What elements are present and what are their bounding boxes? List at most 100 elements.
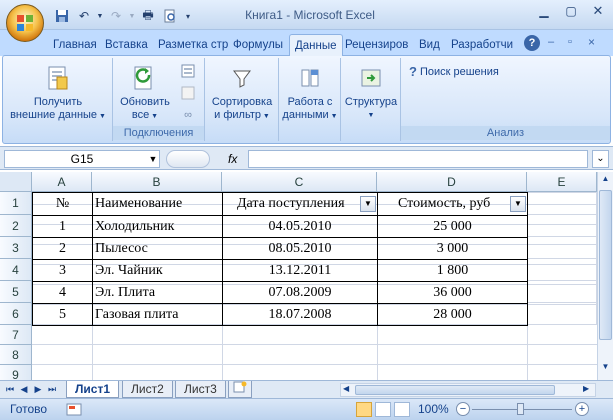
table-cell[interactable]: Холодильник (93, 216, 223, 238)
table-cell[interactable]: Газовая плита (93, 304, 223, 326)
horizontal-scrollbar[interactable]: ◀ ▶ (340, 383, 596, 397)
ribbon-minimize-icon[interactable]: – (548, 36, 554, 48)
minimize-icon[interactable]: ▁ (531, 2, 557, 20)
column-header-b[interactable]: B (92, 172, 222, 192)
vertical-scroll-thumb[interactable] (599, 190, 612, 340)
table-cell[interactable]: 04.05.2010 (223, 216, 378, 238)
sheet-tab-2[interactable]: Лист2 (122, 381, 173, 398)
zoom-in-icon[interactable]: + (575, 402, 589, 416)
table-cell[interactable]: 1 800 (378, 260, 528, 282)
scroll-right-icon[interactable]: ▶ (583, 384, 593, 393)
help-icon[interactable]: ? (524, 35, 540, 51)
table-cell[interactable]: 5 (33, 304, 93, 326)
tab-insert[interactable]: Вставка (100, 34, 153, 56)
filter-dropdown-icon[interactable]: ▼ (510, 196, 526, 212)
undo-dropdown-icon[interactable]: ▼ (96, 7, 104, 25)
data-tools-button[interactable]: Работа с данными ▼ (281, 64, 339, 123)
tab-developer[interactable]: Разработчи (446, 34, 518, 56)
formula-divider-handle[interactable] (166, 150, 210, 168)
zoom-out-icon[interactable]: − (456, 402, 470, 416)
table-cell[interactable]: 07.08.2009 (223, 282, 378, 304)
insert-sheet-icon[interactable] (228, 381, 252, 398)
table-cell[interactable]: 18.07.2008 (223, 304, 378, 326)
table-cell[interactable]: Пылесос (93, 238, 223, 260)
row-header[interactable]: 2 (0, 215, 32, 237)
properties-icon[interactable] (179, 84, 197, 102)
table-cell[interactable]: 3 000 (378, 238, 528, 260)
last-sheet-icon[interactable]: ⏭ (46, 382, 58, 397)
table-cell[interactable]: 4 (33, 282, 93, 304)
row-header[interactable]: 9 (0, 365, 32, 380)
edit-links-icon[interactable]: ∞ (179, 106, 197, 124)
print-icon[interactable]: 🖶 (138, 7, 158, 25)
table-header-cell[interactable]: Стоимость, руб (378, 193, 528, 216)
column-header-d[interactable]: D (377, 172, 527, 192)
insert-function-icon[interactable]: fx (228, 150, 248, 168)
sheet-tab-3[interactable]: Лист3 (175, 381, 226, 398)
prev-sheet-icon[interactable]: ◀ (18, 382, 30, 397)
connections-icon[interactable] (179, 62, 197, 80)
print-preview-icon[interactable] (160, 7, 180, 25)
row-header[interactable]: 1 (0, 192, 32, 215)
table-cell[interactable]: 25 000 (378, 216, 528, 238)
row-header[interactable]: 3 (0, 237, 32, 259)
tab-formulas[interactable]: Формулы (228, 34, 288, 56)
macro-record-icon[interactable] (66, 403, 82, 416)
row-header[interactable]: 7 (0, 325, 32, 345)
refresh-all-button[interactable]: Обновить все ▼ (115, 64, 175, 123)
tab-home[interactable]: Главная (48, 34, 102, 56)
sort-filter-button[interactable]: Сортировка и фильтр ▼ (207, 64, 277, 123)
row-header[interactable]: 4 (0, 259, 32, 281)
office-button[interactable] (6, 4, 44, 42)
select-all-corner[interactable] (0, 172, 32, 192)
table-cell[interactable]: 28 000 (378, 304, 528, 326)
table-cell[interactable]: 13.12.2011 (223, 260, 378, 282)
close-icon[interactable]: ✕ (585, 2, 611, 20)
scroll-down-icon[interactable]: ▼ (599, 362, 612, 375)
row-header[interactable]: 6 (0, 303, 32, 325)
table-cell[interactable]: 36 000 (378, 282, 528, 304)
table-header-cell[interactable]: Наименование (93, 193, 223, 216)
save-icon[interactable] (52, 7, 72, 25)
table-cell[interactable]: Эл. Плита (93, 282, 223, 304)
first-sheet-icon[interactable]: ⏮ (4, 382, 16, 397)
name-box-dropdown-icon[interactable]: ▼ (146, 150, 160, 168)
outline-button[interactable]: Структура ▼ (343, 64, 399, 122)
name-box[interactable]: G15 (4, 150, 160, 168)
zoom-level[interactable]: 100% (418, 402, 449, 416)
undo-icon[interactable]: ↶ (74, 7, 94, 25)
column-header-c[interactable]: C (222, 172, 377, 192)
row-header[interactable]: 8 (0, 345, 32, 365)
scroll-left-icon[interactable]: ◀ (343, 384, 353, 393)
table-cell[interactable]: 2 (33, 238, 93, 260)
table-cell[interactable]: 3 (33, 260, 93, 282)
row-header[interactable]: 5 (0, 281, 32, 303)
table-cell[interactable]: 08.05.2010 (223, 238, 378, 260)
vertical-scrollbar[interactable]: ▲ ▼ (597, 172, 613, 380)
tab-review[interactable]: Рецензиров (340, 34, 413, 56)
ribbon-close-icon[interactable]: × (588, 35, 595, 49)
ribbon-restore-icon[interactable]: ▫ (568, 36, 572, 48)
column-header-a[interactable]: A (32, 172, 92, 192)
tab-view[interactable]: Вид (414, 34, 445, 56)
expand-formula-bar-icon[interactable]: ⌄ (592, 150, 609, 168)
table-cell[interactable]: Эл. Чайник (93, 260, 223, 282)
redo-dropdown-icon[interactable]: ▼ (128, 7, 136, 25)
table-cell[interactable]: 1 (33, 216, 93, 238)
get-external-data-button[interactable]: Получить внешние данные ▼ (5, 64, 111, 123)
column-header-e[interactable]: E (527, 172, 597, 192)
sheet-tab-1[interactable]: Лист1 (66, 381, 120, 398)
normal-view-icon[interactable] (356, 402, 372, 417)
tab-data[interactable]: Данные (289, 34, 343, 56)
worksheet-grid[interactable]: A B C D E 1 2 3 4 5 6 7 8 9 № Наименован… (0, 172, 597, 380)
scroll-up-icon[interactable]: ▲ (599, 174, 612, 187)
next-sheet-icon[interactable]: ▶ (32, 382, 44, 397)
horizontal-scroll-thumb[interactable] (355, 385, 555, 395)
customize-qat-icon[interactable]: ▾ (182, 7, 194, 25)
table-header-cell[interactable]: № (33, 193, 93, 216)
zoom-slider-thumb[interactable] (517, 403, 524, 415)
redo-icon[interactable]: ↷ (106, 7, 126, 25)
tab-page-layout[interactable]: Разметка стр (153, 34, 233, 56)
formula-input[interactable] (248, 150, 588, 168)
filter-dropdown-icon[interactable]: ▼ (360, 196, 376, 212)
